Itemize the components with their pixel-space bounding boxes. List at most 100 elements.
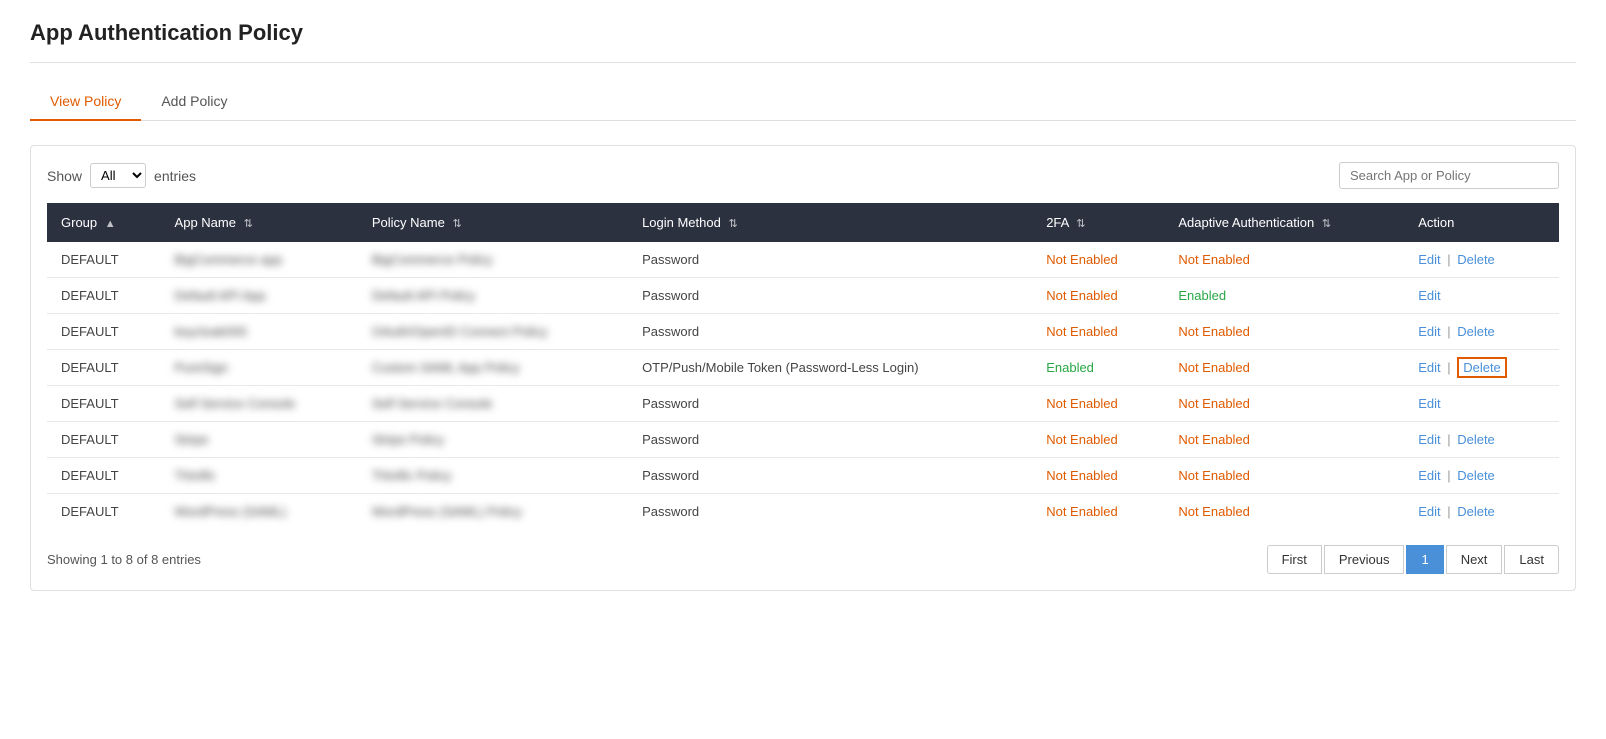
sort-icon-login: ⇅: [728, 218, 737, 230]
edit-link[interactable]: Edit: [1418, 252, 1440, 267]
sort-icon-group: ▲: [105, 218, 116, 230]
cell-login-method: Password: [628, 422, 1032, 458]
cell-adaptive: Not Enabled: [1164, 350, 1404, 386]
cell-action: Edit | Delete: [1404, 242, 1559, 278]
col-2fa[interactable]: 2FA ⇅: [1032, 203, 1164, 242]
col-login-method[interactable]: Login Method ⇅: [628, 203, 1032, 242]
cell-group: DEFAULT: [47, 458, 161, 494]
tab-view-policy[interactable]: View Policy: [30, 83, 141, 121]
cell-2fa: Enabled: [1032, 350, 1164, 386]
table-row: DEFAULTkeycloak000OAuth/OpenID Connect P…: [47, 314, 1559, 350]
cell-2fa: Not Enabled: [1032, 386, 1164, 422]
delete-link[interactable]: Delete: [1457, 357, 1507, 378]
table-row: DEFAULTStripeStripe PolicyPasswordNot En…: [47, 422, 1559, 458]
table-row: DEFAULTPureSignCustom SAML App PolicyOTP…: [47, 350, 1559, 386]
edit-link[interactable]: Edit: [1418, 324, 1440, 339]
cell-login-method: OTP/Push/Mobile Token (Password-Less Log…: [628, 350, 1032, 386]
cell-login-method: Password: [628, 386, 1032, 422]
edit-link[interactable]: Edit: [1418, 468, 1440, 483]
cell-policy-name: BigCommerce Policy: [358, 242, 628, 278]
pagination: First Previous 1 Next Last: [1267, 545, 1559, 574]
tabs-bar: View Policy Add Policy: [30, 83, 1576, 121]
cell-action: Edit | Delete: [1404, 314, 1559, 350]
cell-group: DEFAULT: [47, 422, 161, 458]
cell-app-name: BigCommerce app: [161, 242, 358, 278]
table-row: DEFAULTWordPress (SAML)WordPress (SAML) …: [47, 494, 1559, 530]
policy-table: Group ▲ App Name ⇅ Policy Name ⇅ Login M…: [47, 203, 1559, 529]
entries-select[interactable]: All 10 25 50 100: [90, 163, 146, 188]
cell-policy-name: WordPress (SAML) Policy: [358, 494, 628, 530]
page-btn-last[interactable]: Last: [1504, 545, 1559, 574]
cell-action: Edit | Delete: [1404, 494, 1559, 530]
edit-link[interactable]: Edit: [1418, 288, 1440, 303]
cell-policy-name: Custom SAML App Policy: [358, 350, 628, 386]
cell-group: DEFAULT: [47, 350, 161, 386]
delete-link[interactable]: Delete: [1457, 324, 1495, 339]
edit-link[interactable]: Edit: [1418, 396, 1440, 411]
show-label: Show: [47, 168, 82, 184]
col-adaptive-auth[interactable]: Adaptive Authentication ⇅: [1164, 203, 1404, 242]
table-header-row: Group ▲ App Name ⇅ Policy Name ⇅ Login M…: [47, 203, 1559, 242]
cell-policy-name: Thinific Policy: [358, 458, 628, 494]
delete-link[interactable]: Delete: [1457, 252, 1495, 267]
cell-app-name: Stripe: [161, 422, 358, 458]
table-row: DEFAULTSelf Service ConsoleSelf Service …: [47, 386, 1559, 422]
table-controls: Show All 10 25 50 100 entries: [47, 162, 1559, 189]
cell-adaptive: Not Enabled: [1164, 422, 1404, 458]
col-app-name[interactable]: App Name ⇅: [161, 203, 358, 242]
edit-link[interactable]: Edit: [1418, 432, 1440, 447]
entries-label: entries: [154, 168, 196, 184]
action-separator: |: [1444, 468, 1455, 483]
action-separator: |: [1444, 324, 1455, 339]
cell-adaptive: Not Enabled: [1164, 314, 1404, 350]
cell-adaptive: Not Enabled: [1164, 458, 1404, 494]
cell-login-method: Password: [628, 494, 1032, 530]
cell-login-method: Password: [628, 458, 1032, 494]
cell-2fa: Not Enabled: [1032, 494, 1164, 530]
show-entries-control: Show All 10 25 50 100 entries: [47, 163, 196, 188]
cell-group: DEFAULT: [47, 278, 161, 314]
page-container: App Authentication Policy View Policy Ad…: [0, 0, 1606, 611]
delete-link[interactable]: Delete: [1457, 504, 1495, 519]
cell-policy-name: OAuth/OpenID Connect Policy: [358, 314, 628, 350]
table-row: DEFAULTDefault API AppDefault API Policy…: [47, 278, 1559, 314]
edit-link[interactable]: Edit: [1418, 504, 1440, 519]
cell-group: DEFAULT: [47, 386, 161, 422]
page-btn-first[interactable]: First: [1267, 545, 1322, 574]
delete-link[interactable]: Delete: [1457, 468, 1495, 483]
showing-text: Showing 1 to 8 of 8 entries: [47, 552, 201, 567]
cell-adaptive: Enabled: [1164, 278, 1404, 314]
page-btn-next[interactable]: Next: [1446, 545, 1503, 574]
search-input[interactable]: [1339, 162, 1559, 189]
cell-app-name: Thinific: [161, 458, 358, 494]
cell-action: Edit | Delete: [1404, 458, 1559, 494]
table-row: DEFAULTThinificThinific PolicyPasswordNo…: [47, 458, 1559, 494]
cell-action: Edit | Delete: [1404, 350, 1559, 386]
page-btn-1[interactable]: 1: [1406, 545, 1443, 574]
cell-2fa: Not Enabled: [1032, 278, 1164, 314]
table-row: DEFAULTBigCommerce appBigCommerce Policy…: [47, 242, 1559, 278]
col-policy-name[interactable]: Policy Name ⇅: [358, 203, 628, 242]
cell-adaptive: Not Enabled: [1164, 494, 1404, 530]
sort-icon-adaptive: ⇅: [1322, 218, 1331, 230]
cell-login-method: Password: [628, 278, 1032, 314]
cell-action: Edit: [1404, 278, 1559, 314]
edit-link[interactable]: Edit: [1418, 360, 1440, 375]
col-group[interactable]: Group ▲: [47, 203, 161, 242]
cell-group: DEFAULT: [47, 494, 161, 530]
cell-login-method: Password: [628, 242, 1032, 278]
delete-link[interactable]: Delete: [1457, 432, 1495, 447]
cell-app-name: PureSign: [161, 350, 358, 386]
cell-action: Edit: [1404, 386, 1559, 422]
cell-action: Edit | Delete: [1404, 422, 1559, 458]
action-separator: |: [1444, 504, 1455, 519]
table-wrapper: Show All 10 25 50 100 entries Group ▲ Ap…: [30, 145, 1576, 591]
tab-add-policy[interactable]: Add Policy: [141, 83, 247, 121]
page-title: App Authentication Policy: [30, 20, 1576, 63]
cell-adaptive: Not Enabled: [1164, 386, 1404, 422]
cell-2fa: Not Enabled: [1032, 458, 1164, 494]
cell-login-method: Password: [628, 314, 1032, 350]
col-action: Action: [1404, 203, 1559, 242]
page-btn-previous[interactable]: Previous: [1324, 545, 1405, 574]
table-footer: Showing 1 to 8 of 8 entries First Previo…: [47, 545, 1559, 574]
